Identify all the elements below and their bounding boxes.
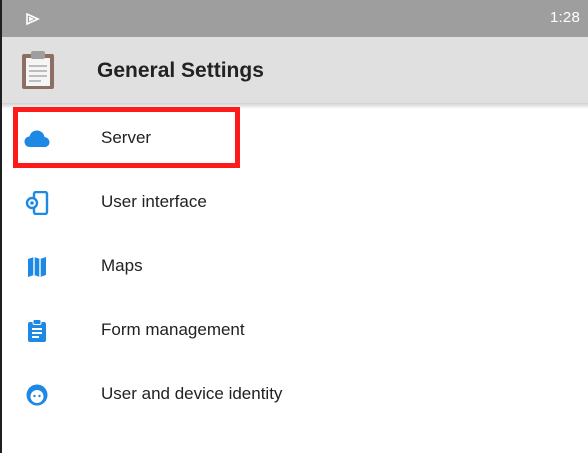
menu-item-user-interface[interactable]: User interface xyxy=(2,171,588,235)
clipboard-icon xyxy=(22,51,54,89)
menu-item-label: User and device identity xyxy=(101,384,283,403)
page-title: General Settings xyxy=(97,59,264,82)
status-time: 1:28 xyxy=(550,9,580,26)
map-icon xyxy=(28,257,46,277)
menu-item-label: Form management xyxy=(101,320,245,339)
status-bar: 1:28 xyxy=(2,0,588,37)
menu-item-label: Maps xyxy=(101,256,143,275)
menu-item-server[interactable]: Server xyxy=(2,107,588,171)
face-icon xyxy=(26,384,48,406)
clipboard-list-icon xyxy=(28,319,46,342)
app-screen: 1:28 General Settings Server User interf… xyxy=(0,0,588,453)
menu-item-label: Server xyxy=(101,128,152,147)
menu-item-maps[interactable]: Maps xyxy=(2,235,588,299)
play-icon xyxy=(26,13,40,25)
toolbar: General Settings xyxy=(2,37,588,103)
cloud-icon xyxy=(24,130,50,147)
menu-item-form-management[interactable]: Form management xyxy=(2,299,588,363)
menu-item-label: User interface xyxy=(101,192,207,211)
menu-item-user-device-identity[interactable]: User and device identity xyxy=(2,363,588,427)
device-settings-icon xyxy=(25,191,49,215)
